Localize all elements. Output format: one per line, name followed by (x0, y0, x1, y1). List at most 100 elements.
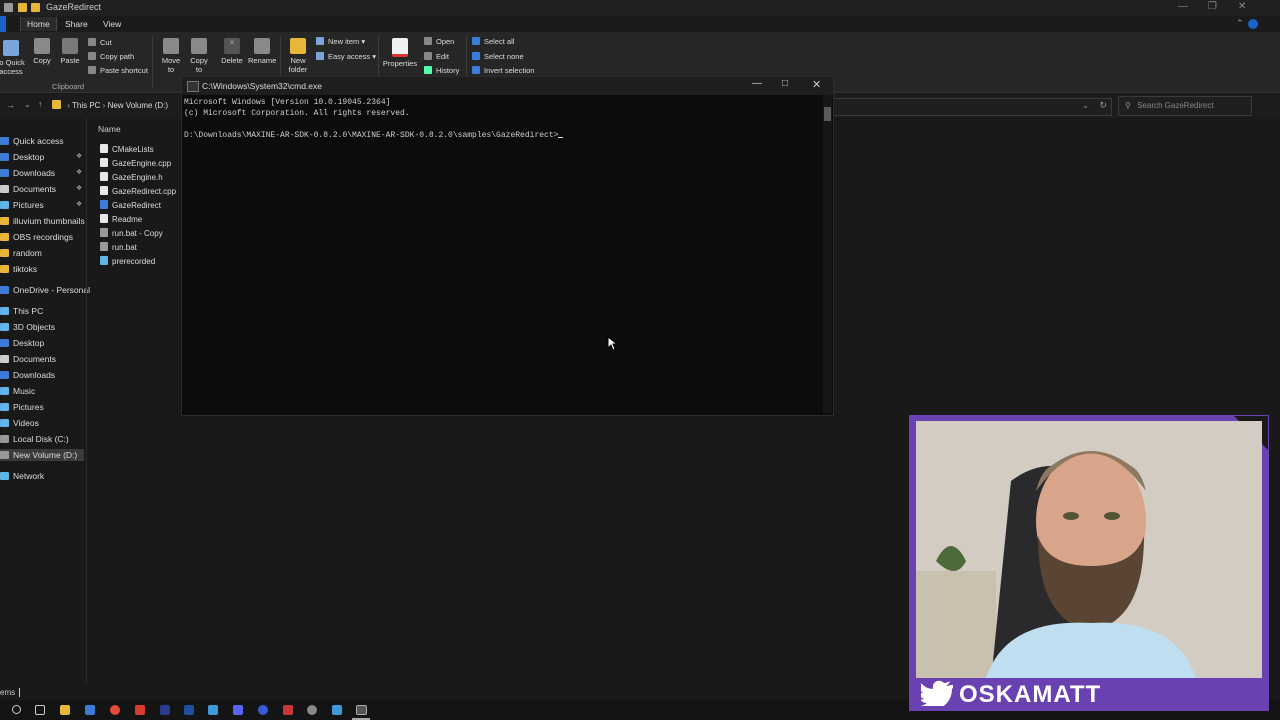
history-button[interactable]: History (424, 66, 459, 75)
file-item[interactable]: CMakeLists (100, 144, 154, 154)
file-item[interactable]: prerecorded (100, 256, 155, 266)
close-icon[interactable]: ✕ (1238, 1, 1246, 12)
pin-quick-access-button[interactable]: to Quick access (0, 40, 26, 76)
photoshop-icon[interactable] (184, 705, 194, 715)
nav-item-videos[interactable]: Videos (0, 418, 39, 428)
copy-button[interactable]: Copy (30, 38, 54, 65)
file-item[interactable]: run.bat (100, 242, 137, 252)
back-arrow-icon[interactable]: → (6, 100, 15, 110)
app-icon[interactable] (258, 705, 268, 715)
search-icon[interactable] (12, 705, 21, 714)
file-item[interactable]: GazeEngine.h (100, 172, 163, 182)
cmd-scrollbar[interactable] (823, 95, 832, 413)
premiere-icon[interactable] (160, 705, 170, 715)
rename-button[interactable]: Rename (248, 38, 276, 65)
properties-button[interactable]: Properties (382, 38, 418, 68)
search-box[interactable]: ⚲ Search GazeRedirect (1118, 96, 1252, 116)
file-item[interactable]: GazeRedirect.cpp (100, 186, 176, 196)
maximize-icon[interactable]: ❐ (1208, 1, 1217, 12)
minimize-icon[interactable]: — (1178, 1, 1188, 12)
nav-item-random[interactable]: random (0, 248, 42, 258)
tab-share[interactable]: Share (59, 17, 94, 31)
new-folder-button[interactable]: New folder (286, 38, 310, 74)
nav-item-obs[interactable]: OBS recordings (0, 232, 73, 242)
cmd-taskbar-icon[interactable] (356, 705, 367, 715)
tab-view[interactable]: View (97, 17, 127, 31)
tab-home[interactable]: Home (20, 17, 57, 31)
chevron-up-icon[interactable]: ⌃ (1236, 18, 1244, 29)
nav-item-new-volume[interactable]: New Volume (D:) (0, 449, 84, 461)
open-button[interactable]: Open (424, 37, 454, 46)
cmd-window[interactable]: C:\Windows\System32\cmd.exe — □ ✕ Micros… (181, 76, 834, 416)
cmd-scrollbar-thumb[interactable] (824, 107, 831, 121)
paste-shortcut-button[interactable]: Paste shortcut (88, 66, 148, 75)
close-icon[interactable]: ✕ (812, 78, 821, 91)
file-item[interactable]: run.bat - Copy (100, 228, 163, 238)
nav-item-local-disk[interactable]: Local Disk (C:) (0, 434, 69, 444)
file-item[interactable]: GazeRedirect (100, 200, 161, 210)
select-none-button[interactable]: Select none (472, 52, 524, 61)
mail-icon[interactable] (85, 705, 95, 715)
file-tab[interactable] (0, 16, 6, 32)
nav-item-illuvium[interactable]: illuvium thumbnails (0, 216, 85, 226)
move-to-button[interactable]: Move to (160, 38, 182, 74)
nav-onedrive[interactable]: OneDrive - Personal (0, 285, 90, 295)
nav-item-pc-downloads[interactable]: Downloads (0, 370, 55, 380)
easy-access-button[interactable]: Easy access ▾ (316, 52, 376, 61)
nav-item-music[interactable]: Music (0, 386, 35, 396)
nav-network[interactable]: Network (0, 471, 44, 481)
select-all-button[interactable]: Select all (472, 37, 514, 46)
nav-quick-access[interactable]: Quick access (0, 136, 64, 146)
column-header-name[interactable]: Name (98, 124, 121, 134)
cut-button[interactable]: Cut (88, 38, 112, 47)
address-bar[interactable]: › This PC › New Volume (D:) (52, 98, 178, 114)
nav-item-pc-desktop[interactable]: Desktop (0, 338, 44, 348)
app-icon[interactable] (208, 705, 218, 715)
file-item[interactable]: Readme (100, 214, 142, 224)
search-input[interactable]: Search GazeRedirect (1137, 101, 1213, 110)
file-explorer-icon[interactable] (60, 705, 70, 715)
delete-button[interactable]: ✕ Delete (220, 38, 244, 65)
chevron-down-icon[interactable]: ⌄ (1082, 101, 1089, 110)
explorer-title-bar: GazeRedirect — ❐ ✕ (0, 0, 1280, 16)
edit-button[interactable]: Edit (424, 52, 449, 61)
network-icon (0, 472, 9, 480)
cmd-prompt[interactable]: D:\Downloads\MAXINE-AR-SDK-0.8.2.0\MAXIN… (184, 131, 564, 140)
nav-item-pc-documents[interactable]: Documents (0, 354, 56, 364)
app-icon[interactable] (332, 705, 342, 715)
file-item[interactable]: GazeEngine.cpp (100, 158, 171, 168)
copy-to-button[interactable]: Copy to (188, 38, 210, 74)
paste-button[interactable]: Paste (58, 38, 82, 65)
maximize-icon[interactable]: □ (782, 78, 788, 89)
nav-item-documents[interactable]: Documents (0, 184, 56, 194)
discord-icon[interactable] (233, 705, 243, 715)
nav-item-downloads[interactable]: Downloads (0, 168, 55, 178)
download-icon (0, 169, 9, 177)
chevron-down-icon[interactable]: ⌄ (24, 100, 31, 109)
task-view-icon[interactable] (35, 705, 45, 715)
invert-selection-button[interactable]: Invert selection (472, 66, 534, 75)
pane-divider[interactable] (86, 118, 87, 684)
nav-item-3d-objects[interactable]: 3D Objects (0, 322, 55, 332)
app-icon[interactable] (135, 705, 145, 715)
new-item-button[interactable]: New item ▾ (316, 37, 365, 46)
address-bar-right[interactable]: ⌄ ↻ (830, 98, 1112, 116)
up-arrow-icon[interactable]: ↑ (38, 99, 43, 109)
breadcrumb-this-pc[interactable]: This PC (72, 101, 100, 110)
chrome-icon[interactable] (110, 705, 120, 715)
clipboard-group-label: Clipboard (52, 82, 85, 91)
app-icon[interactable] (283, 705, 293, 715)
cmd-title-bar[interactable]: C:\Windows\System32\cmd.exe — □ ✕ (182, 77, 833, 95)
help-icon[interactable] (1248, 19, 1258, 29)
nav-this-pc[interactable]: This PC (0, 306, 43, 316)
refresh-icon[interactable]: ↻ (1099, 100, 1107, 111)
nav-item-tiktoks[interactable]: tiktoks (0, 264, 37, 274)
nav-item-desktop[interactable]: Desktop (0, 152, 44, 162)
obs-icon[interactable] (307, 705, 317, 715)
nav-item-pc-pictures[interactable]: Pictures (0, 402, 44, 412)
minimize-icon[interactable]: — (752, 78, 762, 89)
copy-path-button[interactable]: Copy path (88, 52, 134, 61)
breadcrumb-volume[interactable]: New Volume (D:) (108, 101, 168, 110)
nav-item-pictures[interactable]: Pictures (0, 200, 44, 210)
cmd-line: Microsoft Windows [Version 10.0.19045.23… (184, 98, 391, 107)
